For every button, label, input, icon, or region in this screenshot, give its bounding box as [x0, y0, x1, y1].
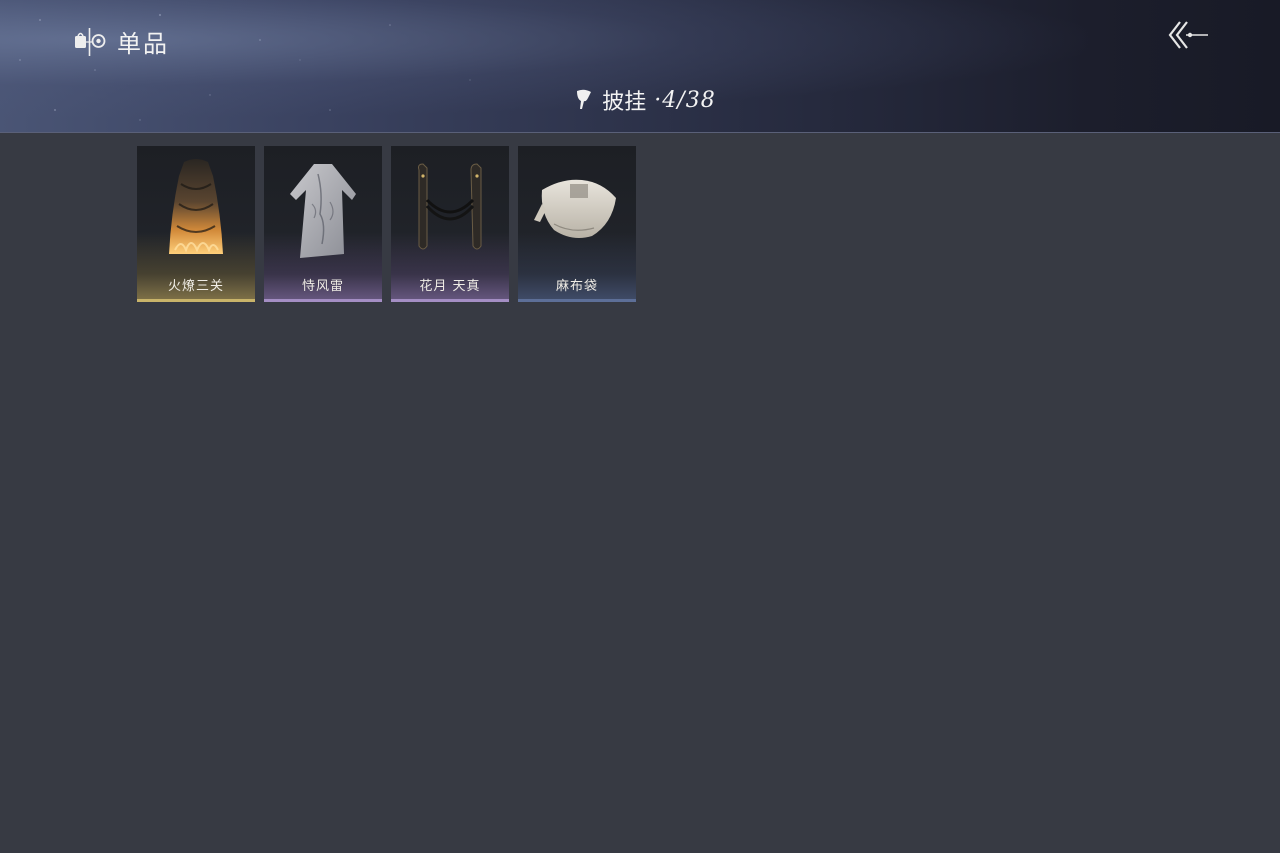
header-title-group: 单品 — [73, 24, 169, 59]
header-bar: 单品 披挂 ·4/38 — [0, 0, 1280, 133]
item-card-huoliaosanguan[interactable]: 火燎三关 — [137, 146, 255, 302]
item-name: 恃风雷 — [301, 279, 344, 294]
rarity-bar — [137, 299, 255, 302]
item-name: 花月 天真 — [419, 279, 481, 294]
closet-icon — [75, 27, 106, 56]
section-label: 披挂 — [602, 90, 647, 115]
white-robe-icon — [290, 164, 356, 258]
item-card-shifenglei[interactable]: 恃风雷 — [264, 146, 382, 302]
rarity-bar — [518, 299, 636, 302]
back-arrow-icon — [1168, 21, 1208, 49]
rarity-bar — [391, 299, 509, 302]
section-title: 披挂 ·4/38 — [0, 84, 1280, 116]
wardrobe-screen: 单品 披挂 ·4/38 火燎三关 恃风雷 花月 天真 麻布袋 — [0, 0, 1280, 853]
item-name: 火燎三关 — [167, 279, 224, 294]
section-count: ·4/38 — [654, 87, 716, 113]
item-card-huayuetianzhen[interactable]: 花月 天真 — [391, 146, 509, 302]
cloth-sack-icon — [534, 179, 616, 238]
cloak-icon — [577, 89, 592, 109]
item-grid: 火燎三关 恃风雷 花月 天真 麻布袋 — [137, 146, 636, 302]
flaming-cloak-icon — [169, 159, 223, 254]
rarity-bar — [264, 299, 382, 302]
ribbon-drape-icon — [418, 163, 482, 250]
item-card-mabudai[interactable]: 麻布袋 — [518, 146, 636, 302]
page-title: 单品 — [117, 30, 169, 58]
back-button[interactable] — [1166, 18, 1212, 52]
item-name: 麻布袋 — [555, 279, 598, 294]
